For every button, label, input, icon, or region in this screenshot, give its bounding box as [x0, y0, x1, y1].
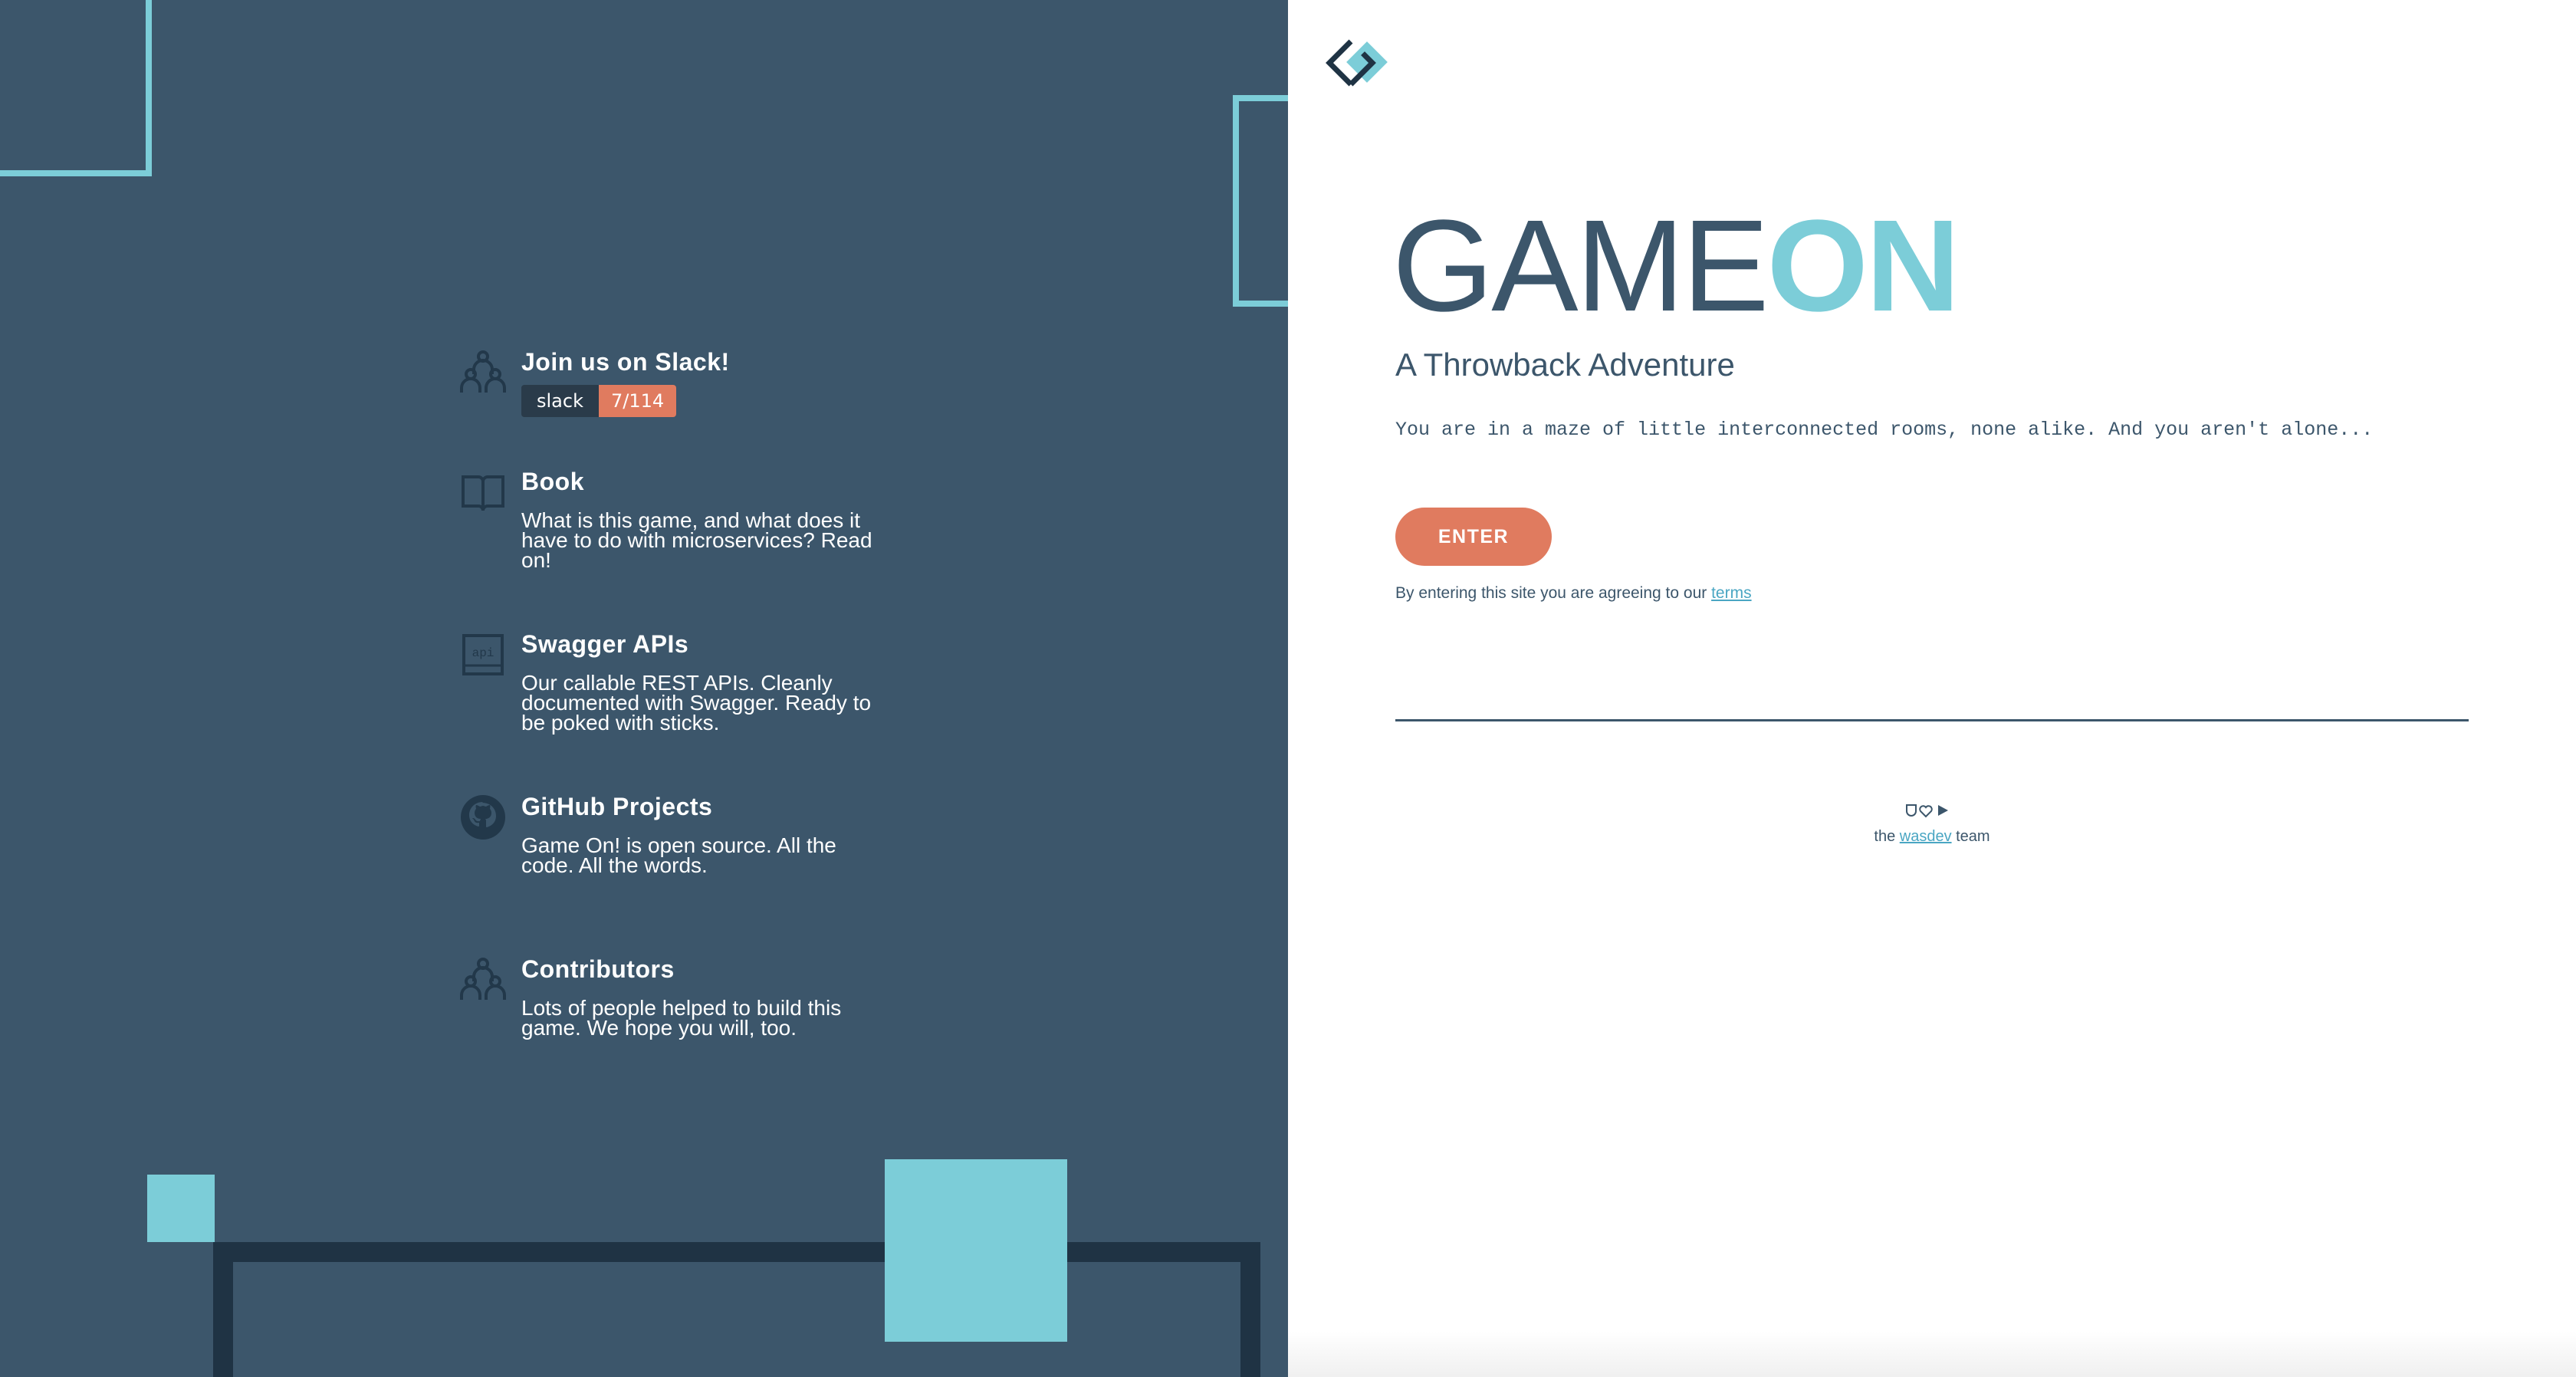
- github-description: Game On! is open source. All the code. A…: [521, 833, 836, 877]
- book-title: Book: [521, 468, 584, 495]
- slack-badge-count: 7/114: [598, 385, 677, 417]
- divider: [1395, 719, 2469, 721]
- slack-title: Join us on Slack!: [521, 348, 730, 376]
- play-icon: [1938, 805, 1948, 816]
- subtitle: A Throwback Adventure: [1395, 347, 1735, 383]
- book-icon: [460, 469, 506, 515]
- api-icon: api: [460, 632, 506, 678]
- decor-square-large: [885, 1159, 1067, 1342]
- github-title: GitHub Projects: [521, 793, 713, 820]
- brand-on: ON: [1766, 193, 1960, 339]
- enter-button[interactable]: ENTER: [1395, 508, 1552, 566]
- terms-link[interactable]: terms: [1711, 584, 1752, 602]
- contributors-link[interactable]: Contributors Lots of people helped to bu…: [460, 955, 889, 1055]
- footer-icons: [1904, 802, 1950, 819]
- bottom-fade: [1288, 1331, 2576, 1377]
- footer-suffix: team: [1951, 828, 1990, 845]
- slack-link[interactable]: Join us on Slack! slack 7/114: [460, 348, 889, 432]
- decor-outline-square-right: [1233, 95, 1288, 307]
- gameon-logo-icon[interactable]: [1319, 37, 1395, 98]
- contributors-description: Lots of people helped to build this game…: [521, 996, 842, 1040]
- people-icon: [460, 957, 506, 1003]
- swagger-link[interactable]: api Swagger APIs Our callable REST APIs.…: [460, 630, 889, 745]
- contributors-title: Contributors: [521, 955, 675, 983]
- slack-badge[interactable]: slack 7/114: [521, 385, 677, 417]
- terms-notice: By entering this site you are agreeing t…: [1395, 584, 1752, 603]
- left-panel: Join us on Slack! slack 7/114 Book What …: [0, 0, 1288, 1377]
- terms-prefix: By entering this site you are agreeing t…: [1395, 584, 1712, 602]
- api-icon-text: api: [472, 646, 495, 660]
- people-icon: [460, 350, 506, 396]
- slack-badge-label: slack: [521, 385, 599, 417]
- book-description: What is this game, and what does it have…: [521, 508, 872, 572]
- book-link[interactable]: Book What is this game, and what does it…: [460, 468, 889, 583]
- footer-team: the wasdev team: [1871, 828, 1993, 846]
- wasdev-link[interactable]: wasdev: [1900, 828, 1952, 845]
- brand-game: GAME: [1392, 193, 1769, 339]
- swagger-description: Our callable REST APIs. Cleanly document…: [521, 671, 872, 735]
- footer-prefix: the: [1874, 828, 1900, 845]
- decor-outline-square-top-left: [0, 0, 152, 176]
- heart-icon: [1919, 805, 1933, 818]
- github-icon: [460, 794, 506, 840]
- decor-dark-frame: [213, 1242, 1260, 1377]
- github-link[interactable]: GitHub Projects Game On! is open source.…: [460, 793, 889, 892]
- shield-icon: [1906, 804, 1917, 817]
- decor-square-small: [147, 1175, 215, 1242]
- tagline: You are in a maze of little interconnect…: [1395, 419, 2374, 441]
- swagger-title: Swagger APIs: [521, 630, 689, 658]
- brand-title: GAMEON: [1392, 201, 1960, 331]
